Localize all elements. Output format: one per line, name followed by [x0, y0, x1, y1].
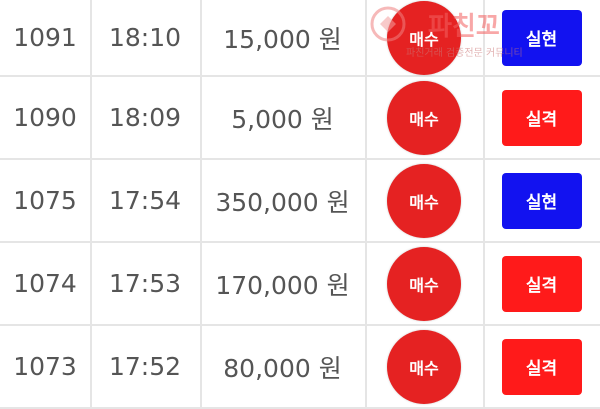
- table-row: 1073 17:52 80,000 원 매수 실격: [0, 326, 600, 409]
- trade-amount: 15,000 원: [200, 0, 367, 75]
- trade-type-cell: 매수: [365, 326, 485, 407]
- trade-amount: 350,000 원: [200, 160, 367, 241]
- trade-type-cell: 매수: [365, 160, 485, 241]
- trade-amount: 170,000 원: [200, 243, 367, 324]
- trade-amount: 5,000 원: [200, 77, 367, 158]
- trade-id: 1074: [0, 243, 92, 324]
- trade-time: 17:52: [90, 326, 202, 407]
- trade-type-cell: 매수: [365, 0, 485, 75]
- trade-id: 1075: [0, 160, 92, 241]
- trade-time: 17:54: [90, 160, 202, 241]
- trade-id: 1090: [0, 77, 92, 158]
- buy-badge: 매수: [387, 80, 461, 155]
- buy-badge: 매수: [387, 163, 461, 238]
- result-button[interactable]: 실현: [501, 172, 582, 229]
- trade-time: 17:53: [90, 243, 202, 324]
- buy-badge: 매수: [387, 329, 461, 404]
- trade-type-cell: 매수: [365, 243, 485, 324]
- result-button[interactable]: 실격: [501, 89, 582, 146]
- result-button[interactable]: 실격: [501, 338, 582, 395]
- result-cell: 실격: [483, 326, 600, 407]
- trade-amount: 80,000 원: [200, 326, 367, 407]
- trade-history-table: 1091 18:10 15,000 원 매수 실현 1090 18:09 5,0…: [0, 0, 600, 409]
- table-row: 1075 17:54 350,000 원 매수 실현: [0, 160, 600, 243]
- result-button[interactable]: 실격: [501, 255, 582, 312]
- table-row: 1074 17:53 170,000 원 매수 실격: [0, 243, 600, 326]
- trade-id: 1073: [0, 326, 92, 407]
- table-row: 1091 18:10 15,000 원 매수 실현: [0, 0, 600, 77]
- result-cell: 실격: [483, 77, 600, 158]
- buy-badge: 매수: [387, 246, 461, 321]
- trade-time: 18:09: [90, 77, 202, 158]
- result-cell: 실현: [483, 0, 600, 75]
- trade-time: 18:10: [90, 0, 202, 75]
- result-cell: 실격: [483, 243, 600, 324]
- result-button[interactable]: 실현: [501, 9, 582, 66]
- table-row: 1090 18:09 5,000 원 매수 실격: [0, 77, 600, 160]
- trade-id: 1091: [0, 0, 92, 75]
- buy-badge: 매수: [387, 0, 461, 75]
- result-cell: 실현: [483, 160, 600, 241]
- trade-type-cell: 매수: [365, 77, 485, 158]
